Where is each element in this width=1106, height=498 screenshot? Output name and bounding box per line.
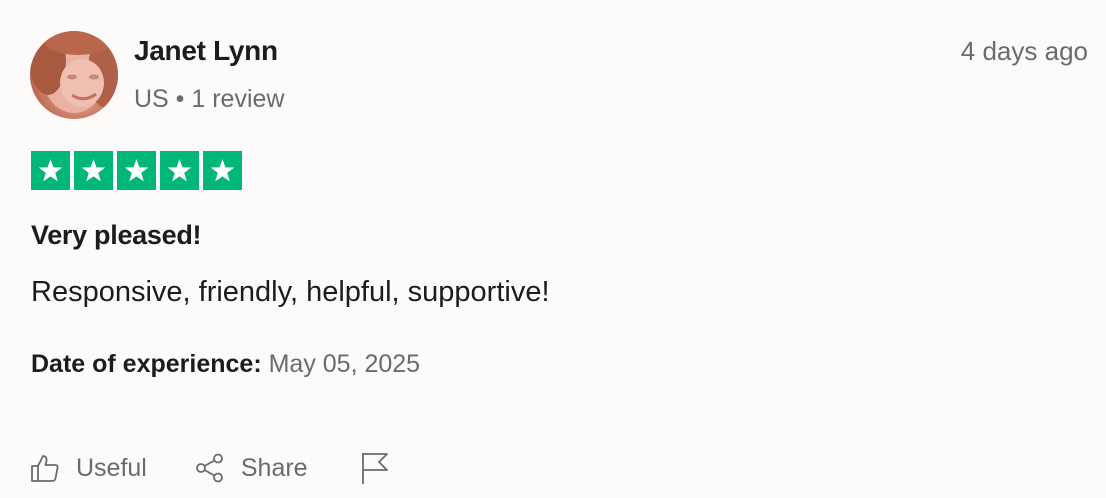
star-2 <box>74 151 113 190</box>
share-button[interactable]: Share <box>195 453 308 483</box>
avatar[interactable] <box>30 31 118 119</box>
star-5 <box>203 151 242 190</box>
experience-label: Date of experience: <box>31 350 262 378</box>
reviewer-name[interactable]: Janet Lynn <box>134 35 278 67</box>
star-icon <box>81 159 106 182</box>
star-1 <box>31 151 70 190</box>
star-4 <box>160 151 199 190</box>
review-text: Responsive, friendly, helpful, supportiv… <box>31 276 550 308</box>
star-icon <box>38 159 63 182</box>
star-rating <box>31 151 242 190</box>
star-icon <box>167 159 192 182</box>
review-title: Very pleased! <box>31 220 202 250</box>
star-3 <box>117 151 156 190</box>
avatar-photo <box>30 31 118 113</box>
thumbs-up-icon <box>31 455 59 482</box>
reviewer-meta: US • 1 review <box>134 85 285 113</box>
useful-label: Useful <box>76 453 147 482</box>
experience-date: May 05, 2025 <box>268 350 421 378</box>
date-of-experience: Date of experience: May 05, 2025 <box>31 350 420 379</box>
useful-button[interactable]: Useful <box>30 453 147 483</box>
share-label: Share <box>240 453 308 482</box>
star-icon <box>124 159 149 182</box>
flag-icon <box>361 453 388 484</box>
report-button[interactable] <box>360 451 390 485</box>
star-icon <box>210 159 235 182</box>
review-actions: Useful Share <box>30 448 390 488</box>
share-icon <box>195 453 223 483</box>
review-date: 4 days ago <box>960 36 1088 66</box>
